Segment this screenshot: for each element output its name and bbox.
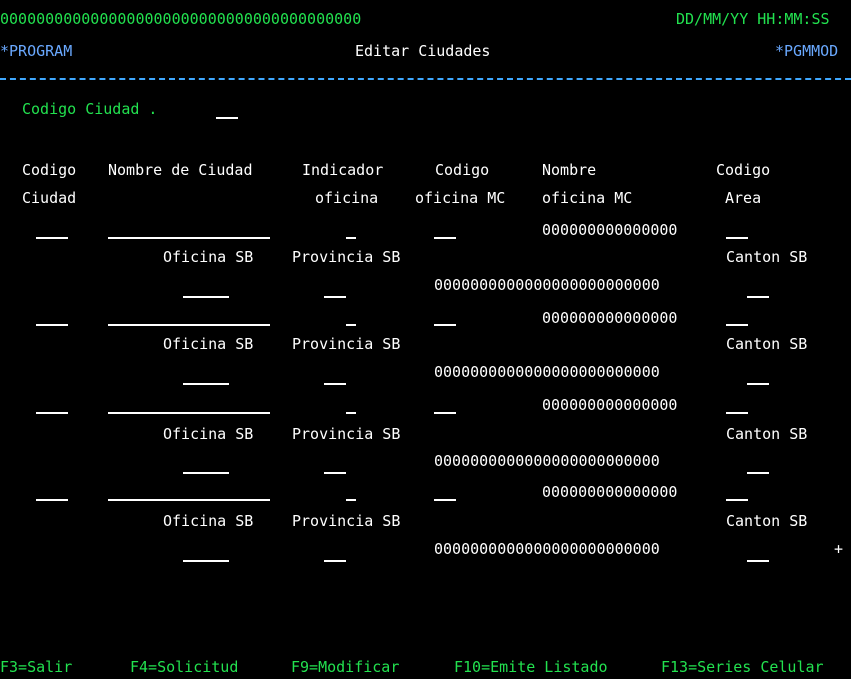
long-mask: 0000000000000000000000000 bbox=[434, 363, 660, 381]
oficina-sb-field[interactable] bbox=[183, 560, 229, 562]
codigo-ciudad-label: Codigo Ciudad . bbox=[22, 100, 158, 118]
col-nom-oficina-top: Nombre bbox=[542, 161, 597, 179]
long-mask: 0000000000000000000000000 bbox=[434, 540, 660, 558]
col-cod-oficina-top: Codigo bbox=[435, 161, 490, 179]
codigo-area-field[interactable] bbox=[726, 412, 748, 414]
codigo-area-field[interactable] bbox=[726, 237, 748, 239]
oficina-sb-label: Oficina SB bbox=[163, 248, 254, 266]
fkey-f9[interactable]: F9=Modificar bbox=[291, 657, 399, 677]
canton-sb-field[interactable] bbox=[747, 472, 769, 474]
col-codigo-ciudad-top: Codigo bbox=[22, 161, 77, 179]
header-divider bbox=[0, 78, 851, 80]
nombre-oficina-mask: 000000000000000 bbox=[542, 483, 678, 501]
program-mod: *PGMMOD bbox=[775, 42, 839, 60]
long-mask: 0000000000000000000000000 bbox=[434, 452, 660, 470]
canton-sb-label: Canton SB bbox=[726, 425, 808, 443]
page-title: Editar Ciudades bbox=[355, 42, 491, 60]
oficina-sb-label: Oficina SB bbox=[163, 425, 254, 443]
col-indicador-bottom: oficina bbox=[315, 189, 379, 207]
codigo-oficina-field[interactable] bbox=[434, 499, 456, 501]
indicador-oficina-field[interactable] bbox=[346, 499, 356, 501]
long-mask: 0000000000000000000000000 bbox=[434, 276, 660, 294]
nombre-ciudad-field[interactable] bbox=[108, 499, 270, 501]
canton-sb-label: Canton SB bbox=[726, 248, 808, 266]
codigo-oficina-field[interactable] bbox=[434, 412, 456, 414]
provincia-sb-field[interactable] bbox=[324, 472, 346, 474]
indicador-oficina-field[interactable] bbox=[346, 237, 356, 239]
provincia-sb-field[interactable] bbox=[324, 296, 346, 298]
fkey-f3[interactable]: F3=Salir bbox=[0, 657, 72, 677]
codigo-ciudad-field[interactable] bbox=[36, 324, 68, 326]
canton-sb-field[interactable] bbox=[747, 560, 769, 562]
fkey-f10[interactable]: F10=Emite Listado bbox=[454, 657, 608, 677]
more-records-indicator: + bbox=[834, 540, 844, 558]
codigo-ciudad-field[interactable] bbox=[36, 499, 68, 501]
canton-sb-label: Canton SB bbox=[726, 335, 808, 353]
nombre-ciudad-field[interactable] bbox=[108, 237, 270, 239]
oficina-sb-field[interactable] bbox=[183, 383, 229, 385]
provincia-sb-label: Provincia SB bbox=[292, 248, 401, 266]
col-area-top: Codigo bbox=[716, 161, 771, 179]
oficina-sb-label: Oficina SB bbox=[163, 512, 254, 530]
codigo-ciudad-field[interactable] bbox=[36, 412, 68, 414]
nombre-oficina-mask: 000000000000000 bbox=[542, 221, 678, 239]
nombre-ciudad-field[interactable] bbox=[108, 412, 270, 414]
oficina-sb-field[interactable] bbox=[183, 472, 229, 474]
codigo-ciudad-input[interactable] bbox=[216, 117, 238, 119]
oficina-sb-field[interactable] bbox=[183, 296, 229, 298]
fkey-f4[interactable]: F4=Solicitud bbox=[130, 657, 238, 677]
indicador-oficina-field[interactable] bbox=[346, 324, 356, 326]
col-area-bottom: Area bbox=[725, 189, 762, 207]
oficina-sb-label: Oficina SB bbox=[163, 335, 254, 353]
codigo-oficina-field[interactable] bbox=[434, 324, 456, 326]
nombre-oficina-mask: 000000000000000 bbox=[542, 309, 678, 327]
provincia-sb-label: Provincia SB bbox=[292, 512, 401, 530]
codigo-ciudad-field[interactable] bbox=[36, 237, 68, 239]
col-cod-oficina-bottom: oficina MC bbox=[415, 189, 506, 207]
col-nom-oficina-bottom: oficina MC bbox=[542, 189, 633, 207]
codigo-area-field[interactable] bbox=[726, 324, 748, 326]
nombre-oficina-mask: 000000000000000 bbox=[542, 396, 678, 414]
provincia-sb-label: Provincia SB bbox=[292, 335, 401, 353]
col-nombre-ciudad: Nombre de Ciudad bbox=[108, 161, 253, 179]
provincia-sb-field[interactable] bbox=[324, 560, 346, 562]
canton-sb-field[interactable] bbox=[747, 383, 769, 385]
header-mask: 0000000000000000000000000000000000000000 bbox=[0, 10, 362, 28]
fkey-f13[interactable]: F13=Series Celular bbox=[661, 657, 824, 677]
program-name: *PROGRAM bbox=[0, 42, 73, 60]
canton-sb-label: Canton SB bbox=[726, 512, 808, 530]
col-codigo-ciudad-bottom: Ciudad bbox=[22, 189, 77, 207]
provincia-sb-field[interactable] bbox=[324, 383, 346, 385]
nombre-ciudad-field[interactable] bbox=[108, 324, 270, 326]
col-indicador-top: Indicador bbox=[302, 161, 384, 179]
header-datetime: DD/MM/YY HH:MM:SS bbox=[676, 10, 830, 28]
provincia-sb-label: Provincia SB bbox=[292, 425, 401, 443]
canton-sb-field[interactable] bbox=[747, 296, 769, 298]
codigo-area-field[interactable] bbox=[726, 499, 748, 501]
codigo-oficina-field[interactable] bbox=[434, 237, 456, 239]
indicador-oficina-field[interactable] bbox=[346, 412, 356, 414]
